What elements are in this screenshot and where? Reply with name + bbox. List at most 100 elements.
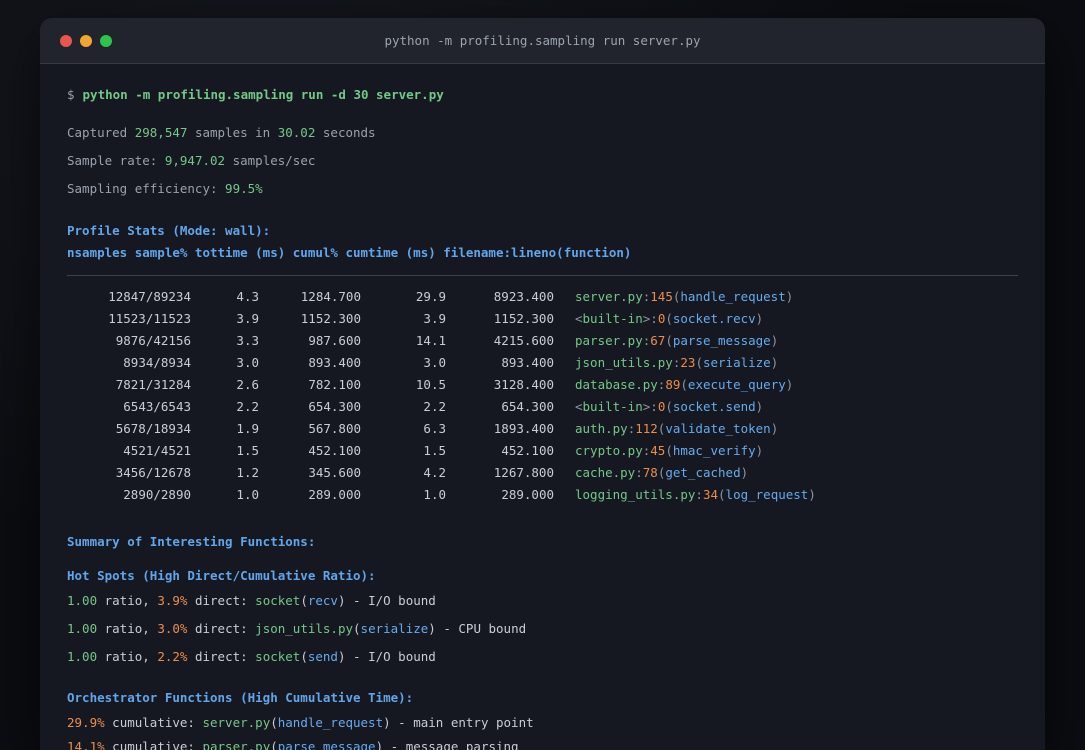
hot-spot-item: 1.00 ratio, 3.0% direct: json_utils.py(s… <box>67 618 1018 640</box>
bound-note: - I/O bound <box>345 593 436 608</box>
cumul-pct-cell: 1.5 <box>423 443 446 458</box>
tottime-cell: 345.600 <box>308 465 361 480</box>
line-number: 78 <box>642 465 658 480</box>
summary-heading: Summary of Interesting Functions: <box>67 534 316 549</box>
paren-close: ) <box>755 311 764 326</box>
sample-pct-cell: 4.3 <box>236 289 259 304</box>
role-note: - main entry point <box>390 715 534 730</box>
colon: : <box>650 399 658 414</box>
line-number: 89 <box>665 377 681 392</box>
table-row: 8934/8934 3.0 893.400 3.0 893.400 json_u… <box>67 352 1018 374</box>
paren-open: ( <box>665 311 673 326</box>
tottime-cell: 1284.700 <box>300 289 361 304</box>
close-button[interactable] <box>60 34 72 47</box>
hot-spots-heading: Hot Spots (High Direct/Cumulative Ratio)… <box>67 568 376 583</box>
paren-close: ) <box>770 333 779 348</box>
file-name: cache.py <box>575 465 636 480</box>
nsamples-cell: 2890/2890 <box>123 487 191 502</box>
tottime-cell: 893.400 <box>308 355 361 370</box>
table-row: 9876/42156 3.3 987.600 14.1 4215.600 par… <box>67 330 1018 352</box>
ratio-value: 1.00 <box>67 649 98 664</box>
target-name: socket <box>255 593 301 608</box>
ratio-label: ratio, <box>97 593 158 608</box>
table-row: 6543/6543 2.2 654.300 2.2 654.300 <built… <box>67 396 1018 418</box>
sample-pct-cell: 1.0 <box>236 487 259 502</box>
orchestrator-item: 29.9% cumulative: server.py(handle_reque… <box>67 712 1018 734</box>
function-name: serialize <box>360 621 429 636</box>
titlebar[interactable]: python -m profiling.sampling run server.… <box>40 18 1045 64</box>
direct-pct-value: 2.2% <box>157 649 188 664</box>
paren-open: ( <box>695 355 703 370</box>
nsamples-cell: 3456/12678 <box>115 465 191 480</box>
sample-pct-cell: 3.9 <box>236 311 259 326</box>
cumtime-cell: 8923.400 <box>493 289 554 304</box>
location-cell: server.py:145(handle_request) <box>554 286 793 308</box>
terminal-screen[interactable]: $ python -m profiling.sampling run -d 30 … <box>40 84 1045 750</box>
location-cell: database.py:89(execute_query) <box>554 374 793 396</box>
efficiency-line: Sampling efficiency: 99.5% <box>67 178 1018 200</box>
paren-close: ) <box>808 487 816 502</box>
cumul-pct-cell: 3.9 <box>423 311 446 326</box>
file-name: built-in <box>582 399 643 414</box>
cumtime-cell: 654.300 <box>501 399 554 414</box>
nsamples-cell: 5678/18934 <box>115 421 191 436</box>
nsamples-cell: 6543/6543 <box>123 399 191 414</box>
profile-stats-heading: Profile Stats (Mode: wall): <box>67 223 271 238</box>
captured-duration-value: 30.02 <box>277 125 316 140</box>
traffic-lights <box>60 18 112 63</box>
angle-open: < <box>575 311 583 326</box>
profile-table: 12847/89234 4.3 1284.700 29.9 8923.400 s… <box>67 286 1018 506</box>
line-number: 23 <box>680 355 696 370</box>
nsamples-cell: 8934/8934 <box>123 355 191 370</box>
table-row: 5678/18934 1.9 567.800 6.3 1893.400 auth… <box>67 418 1018 440</box>
ratio-label: ratio, <box>97 621 158 636</box>
paren-close: ) <box>383 715 391 730</box>
orchestrators-heading: Orchestrator Functions (High Cumulative … <box>67 690 414 705</box>
minimize-button[interactable] <box>80 34 92 47</box>
table-row: 4521/4521 1.5 452.100 1.5 452.100 crypto… <box>67 440 1018 462</box>
paren-open: ( <box>665 333 673 348</box>
cumulative-label: cumulative: <box>104 715 203 730</box>
target-name: parser.py <box>202 739 271 750</box>
bound-note: - CPU bound <box>435 621 527 636</box>
tottime-cell: 289.000 <box>308 487 361 502</box>
file-name: built-in <box>582 311 643 326</box>
location-cell: <built-in>:0(socket.send) <box>554 396 763 418</box>
cumulative-pct-value: 29.9% <box>67 715 105 730</box>
cumul-pct-cell: 6.3 <box>423 421 446 436</box>
nsamples-cell: 9876/42156 <box>115 333 191 348</box>
sample-rate-unit: samples/sec <box>225 153 316 168</box>
function-name: socket.recv <box>672 311 756 326</box>
colon: : <box>650 311 658 326</box>
location-cell: cache.py:78(get_cached) <box>554 462 748 484</box>
function-name: send <box>307 649 338 664</box>
tottime-cell: 1152.300 <box>300 311 361 326</box>
sample-pct-cell: 3.3 <box>236 333 259 348</box>
cumul-pct-cell: 29.9 <box>415 289 446 304</box>
file-name: auth.py <box>575 421 628 436</box>
ratio-label: ratio, <box>97 649 158 664</box>
table-columns-heading: nsamples sample% tottime (ms) cumul% cum… <box>67 245 632 260</box>
sample-pct-cell: 3.0 <box>236 355 259 370</box>
efficiency-label: Sampling efficiency: <box>67 181 226 196</box>
paren-open: ( <box>270 715 278 730</box>
paren-open: ( <box>665 399 673 414</box>
cumtime-cell: 893.400 <box>501 355 554 370</box>
command-text: python -m profiling.sampling run -d 30 s… <box>82 87 444 102</box>
desktop-background: { "window": { "title": "python -m profil… <box>0 0 1085 750</box>
colon: : <box>635 465 643 480</box>
function-name: validate_token <box>665 421 771 436</box>
maximize-button[interactable] <box>100 34 112 47</box>
file-name: logging_utils.py <box>575 487 696 502</box>
file-name: server.py <box>575 289 643 304</box>
cumul-pct-cell: 3.0 <box>423 355 446 370</box>
tottime-cell: 987.600 <box>308 333 361 348</box>
paren-close: ) <box>337 593 346 608</box>
sample-pct-cell: 1.2 <box>236 465 259 480</box>
command-line: $ python -m profiling.sampling run -d 30 … <box>67 84 1018 106</box>
sample-pct-cell: 2.2 <box>236 399 259 414</box>
orchestrator-item: 14.1% cumulative: parser.py(parse_messag… <box>67 736 1018 750</box>
ratio-value: 1.00 <box>67 593 98 608</box>
role-note: - message parsing <box>383 739 519 750</box>
colon: : <box>695 487 703 502</box>
